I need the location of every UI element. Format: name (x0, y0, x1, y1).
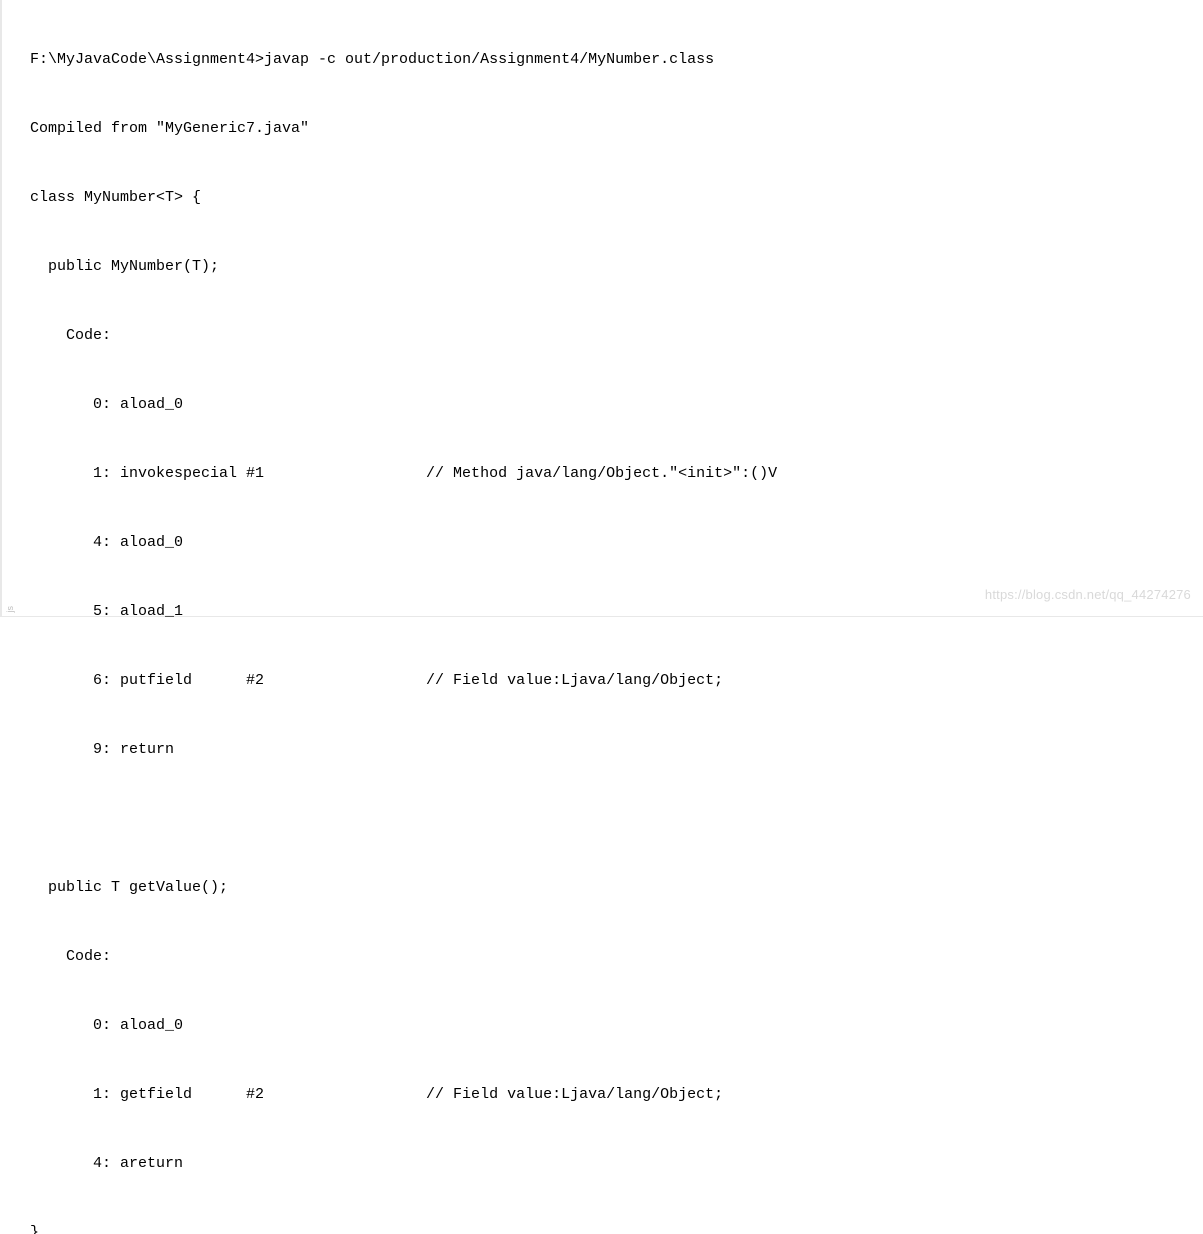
blank-line (30, 802, 1203, 837)
constructor-signature: public MyNumber(T); (30, 250, 1203, 285)
bytecode-line: 6: putfield #2 // Field value:Ljava/lang… (30, 664, 1203, 699)
command-line: F:\MyJavaCode\Assignment4>javap -c out/p… (30, 43, 1203, 78)
bytecode-line: 4: aload_0 (30, 526, 1203, 561)
bytecode-line: 1: invokespecial #1 // Method java/lang/… (30, 457, 1203, 492)
code-label: Code: (30, 940, 1203, 975)
bytecode-line: 9: return (30, 733, 1203, 768)
code-block: F:\MyJavaCode\Assignment4>javap -c out/p… (30, 8, 1203, 1234)
bytecode-line: 0: aload_0 (30, 388, 1203, 423)
left-margin-label: js (0, 606, 21, 613)
watermark-text: https://blog.csdn.net/qq_44274276 (985, 580, 1191, 610)
bytecode-line: 4: areturn (30, 1147, 1203, 1182)
bytecode-line: 1: getfield #2 // Field value:Ljava/lang… (30, 1078, 1203, 1113)
method-signature: public T getValue(); (30, 871, 1203, 906)
class-declaration: class MyNumber<T> { (30, 181, 1203, 216)
bytecode-line: 0: aload_0 (30, 1009, 1203, 1044)
compiled-from-line: Compiled from "MyGeneric7.java" (30, 112, 1203, 147)
closing-brace: } (30, 1216, 1203, 1234)
code-label: Code: (30, 319, 1203, 354)
